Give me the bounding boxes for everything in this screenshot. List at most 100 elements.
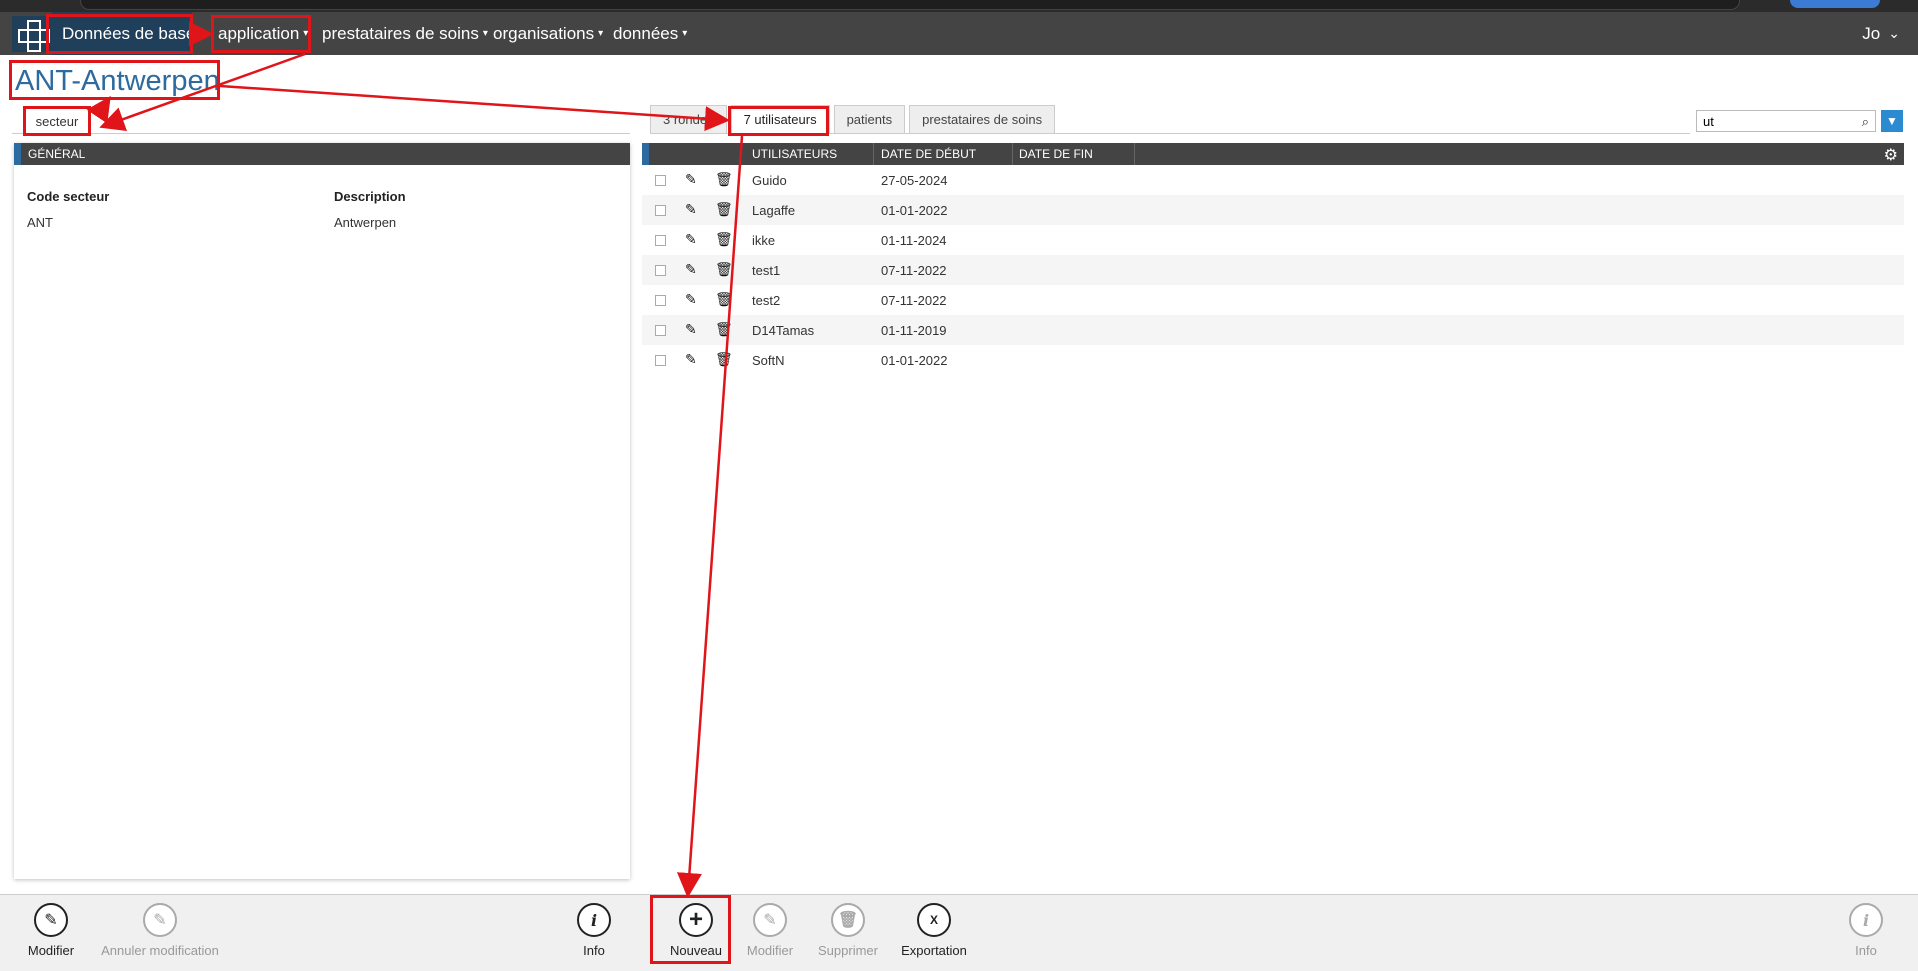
main-page: ANT-Antwerpen secteur GÉNÉRAL Code secte… (0, 55, 1918, 894)
cancel-edit-icon: ✎ (143, 903, 177, 937)
column-header-date-fin[interactable]: DATE DE FIN (1013, 143, 1135, 165)
general-panel: GÉNÉRAL Code secteur ANT Description Ant… (14, 143, 630, 879)
edit-icon[interactable]: ✎ (685, 261, 697, 278)
modifier-button[interactable]: ✎ Modifier (0, 903, 106, 958)
users-grid: UTILISATEURS DATE DE DÉBUT DATE DE FIN ⚙… (642, 143, 1904, 375)
table-row[interactable]: ✎ 🗑 SoftN 01-01-2022 (642, 345, 1904, 375)
info-icon: i (577, 903, 611, 937)
field-value-description: Antwerpen (334, 215, 397, 230)
nav-menu-donnees[interactable]: données ▾ (613, 12, 687, 55)
nav-menu-donnees-de-base[interactable]: Données de base (52, 12, 195, 55)
edit-icon[interactable]: ✎ (685, 351, 697, 368)
table-row[interactable]: ✎ 🗑 Guido 27-05-2024 (642, 165, 1904, 195)
cell-user: Guido (752, 173, 787, 188)
cell-user: ikke (752, 233, 776, 248)
tab-divider (12, 133, 630, 134)
grid-header: UTILISATEURS DATE DE DÉBUT DATE DE FIN ⚙ (642, 143, 1904, 165)
edit-icon: ✎ (34, 903, 68, 937)
cell-start-date: 01-11-2019 (881, 323, 947, 338)
edit-icon[interactable]: ✎ (685, 231, 697, 248)
nav-menu-application[interactable]: application ▾ (218, 12, 308, 55)
nav-menu-prestataires[interactable]: prestataires de soins ▾ (322, 12, 488, 55)
column-header-utilisateurs[interactable]: UTILISATEURS (746, 143, 874, 165)
tab-rondes[interactable]: 3 rondes (650, 105, 727, 133)
row-checkbox[interactable] (655, 295, 666, 306)
detail-tabs: 3 rondes 7 utilisateurs patients prestat… (650, 105, 1059, 133)
info-button[interactable]: i Info (539, 903, 649, 958)
panel-header: GÉNÉRAL (14, 143, 630, 165)
field-label-description: Description (334, 189, 406, 204)
cell-start-date: 01-01-2022 (881, 203, 948, 218)
tab-prestataires[interactable]: prestataires de soins (909, 105, 1056, 133)
gear-icon[interactable]: ⚙ (1884, 145, 1898, 165)
excel-icon: X (917, 903, 951, 937)
edit-icon: ✎ (753, 903, 787, 937)
page-title: ANT-Antwerpen (15, 65, 220, 97)
row-checkbox[interactable] (655, 355, 666, 366)
row-checkbox[interactable] (655, 205, 666, 216)
cell-start-date: 01-11-2024 (881, 233, 947, 248)
edit-icon[interactable]: ✎ (685, 291, 697, 308)
chevron-down-icon: ⌄ (1888, 25, 1900, 41)
edit-icon[interactable]: ✎ (685, 321, 697, 338)
search-icon[interactable]: ⌕ (1862, 114, 1869, 130)
info-icon: i (1849, 903, 1883, 937)
cell-user: test2 (752, 293, 781, 308)
address-bar[interactable] (80, 0, 1740, 10)
cell-start-date: 01-01-2022 (881, 353, 948, 368)
nav-caret-donnees-de-base[interactable]: ▾ (196, 12, 205, 55)
delete-icon[interactable]: 🗑 (715, 291, 733, 308)
chevron-down-icon: ▾ (303, 28, 309, 39)
edit-icon[interactable]: ✎ (685, 171, 697, 188)
row-checkbox[interactable] (655, 265, 666, 276)
tab-patients[interactable]: patients (833, 105, 906, 133)
info-side-button[interactable]: i Info (1821, 903, 1911, 958)
filter-icon[interactable]: ▼ (1881, 110, 1903, 132)
cross-logo-icon (18, 20, 50, 52)
exportation-button[interactable]: X Exportation (879, 903, 989, 958)
nav-menu-organisations[interactable]: organisations ▾ (493, 12, 603, 55)
profile-button[interactable] (1790, 0, 1880, 8)
delete-icon[interactable]: 🗑 (715, 231, 733, 248)
table-row[interactable]: ✎ 🗑 ikke 01-11-2024 (642, 225, 1904, 255)
annuler-modification-button[interactable]: ✎ Annuler modification (101, 903, 219, 958)
delete-icon[interactable]: 🗑 (715, 321, 733, 338)
search-box: ⌕ (1696, 110, 1876, 132)
field-label-code-secteur: Code secteur (27, 189, 110, 204)
cell-user: test1 (752, 263, 781, 278)
row-checkbox[interactable] (655, 235, 666, 246)
tab-utilisateurs[interactable]: 7 utilisateurs (730, 105, 830, 133)
field-value-code-secteur: ANT (27, 215, 53, 230)
user-menu[interactable]: Jo ⌄ (1862, 12, 1900, 55)
cell-user: SoftN (752, 353, 785, 368)
table-row[interactable]: ✎ 🗑 Lagaffe 01-01-2022 (642, 195, 1904, 225)
table-row[interactable]: ✎ 🗑 test2 07-11-2022 (642, 285, 1904, 315)
cell-start-date: 07-11-2022 (881, 263, 947, 278)
delete-icon[interactable]: 🗑 (715, 261, 733, 278)
cell-user: Lagaffe (752, 203, 796, 218)
chevron-down-icon: ▾ (482, 28, 488, 39)
delete-icon[interactable]: 🗑 (715, 351, 733, 368)
edit-icon[interactable]: ✎ (685, 201, 697, 218)
app-logo[interactable] (12, 16, 52, 52)
delete-icon[interactable]: 🗑 (715, 201, 733, 218)
column-header-date-debut[interactable]: DATE DE DÉBUT (875, 143, 1013, 165)
chevron-down-icon: ▾ (598, 28, 604, 39)
cell-user: D14Tamas (752, 323, 815, 338)
search-input[interactable] (1697, 111, 1853, 131)
row-checkbox[interactable] (655, 175, 666, 186)
tab-divider (650, 133, 1690, 134)
row-checkbox[interactable] (655, 325, 666, 336)
chevron-down-icon: ▾ (200, 28, 206, 39)
tab-secteur[interactable]: secteur (24, 108, 90, 134)
table-row[interactable]: ✎ 🗑 D14Tamas 01-11-2019 (642, 315, 1904, 345)
delete-icon[interactable]: 🗑 (715, 171, 733, 188)
trash-icon: 🗑 (831, 903, 865, 937)
top-navbar: Données de base ▾ application ▾ prestata… (0, 12, 1918, 55)
cell-start-date: 27-05-2024 (881, 173, 948, 188)
chevron-down-icon: ▾ (682, 28, 688, 39)
browser-chrome (0, 0, 1918, 12)
plus-icon: + (679, 903, 713, 937)
table-row[interactable]: ✎ 🗑 test1 07-11-2022 (642, 255, 1904, 285)
cell-start-date: 07-11-2022 (881, 293, 947, 308)
